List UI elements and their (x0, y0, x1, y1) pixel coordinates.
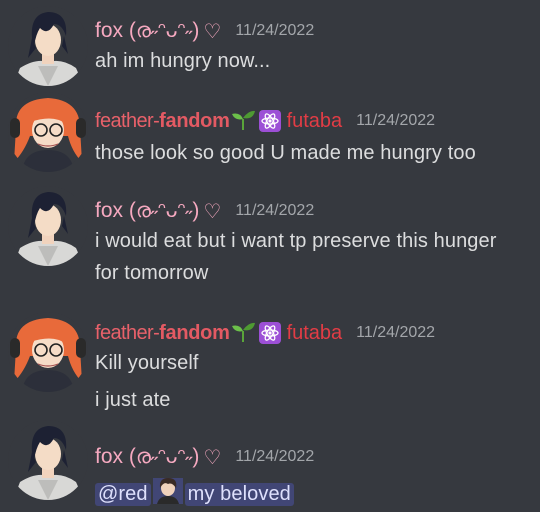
yusuke-avatar-icon (8, 420, 88, 500)
seedling-icon (231, 320, 255, 347)
message-header: fox (ര˶ᵔᴗᵔ˶) ♡ 11/24/2022 (95, 442, 314, 472)
atom-icon (258, 322, 281, 344)
avatar[interactable] (8, 186, 88, 266)
message-header: fox (ര˶ᵔᴗᵔ˶) ♡ 11/24/2022 (95, 16, 314, 46)
message-text: ah im hungry now... (95, 50, 271, 72)
futaba-avatar-icon (8, 92, 88, 172)
message-header: feather-fandom futaba 11/24/2022 (95, 318, 435, 348)
timestamp: 11/24/2022 (235, 22, 315, 39)
heart-outline-icon: ♡ (203, 200, 222, 223)
message-2: feather-fandom futaba 11/24/2022 those l… (0, 92, 540, 182)
message-text: i would eat but i want tp preserve this … (95, 230, 497, 252)
author-name[interactable]: fox (ര˶ᵔᴗᵔ˶) (95, 445, 199, 469)
message-3: fox (ര˶ᵔᴗᵔ˶) ♡ 11/24/2022 i would eat bu… (0, 182, 540, 302)
role-tag: futaba (286, 321, 343, 344)
message-4: feather-fandom futaba 11/24/2022 Kill yo… (0, 312, 540, 422)
mention-text: my beloved (184, 482, 294, 506)
character-icon (152, 478, 183, 510)
heart-outline-icon: ♡ (203, 446, 222, 469)
message-text: i just ate (95, 389, 171, 411)
author-name[interactable]: feather-fandom (95, 322, 230, 345)
atom-icon (258, 110, 281, 132)
message-5: fox (ര˶ᵔᴗᵔ˶) ♡ 11/24/2022 @red my belove… (0, 418, 540, 512)
yusuke-avatar-icon (8, 6, 88, 86)
author-name-part: feather- (95, 321, 160, 344)
author-name[interactable]: fox (ര˶ᵔᴗᵔ˶) (95, 199, 199, 223)
timestamp: 11/24/2022 (235, 448, 315, 465)
message-text: those look so good U made me hungry too (95, 142, 476, 164)
avatar[interactable] (8, 92, 88, 172)
yusuke-avatar-icon (8, 186, 88, 266)
timestamp: 11/24/2022 (356, 324, 436, 341)
message-text: @red my beloved (95, 478, 294, 510)
author-name[interactable]: fox (ര˶ᵔᴗᵔ˶) (95, 19, 199, 43)
author-name-part: feather- (95, 109, 160, 132)
user-mention[interactable]: @red (95, 482, 151, 506)
author-name-part: fandom (159, 321, 230, 344)
role-tag: futaba (286, 109, 343, 132)
avatar[interactable] (8, 312, 88, 392)
timestamp: 11/24/2022 (356, 112, 436, 129)
author-name[interactable]: feather-fandom (95, 110, 230, 133)
author-name-part: fandom (159, 109, 230, 132)
message-text: Kill yourself (95, 352, 199, 374)
seedling-icon (231, 108, 255, 135)
message-text: for tomorrow (95, 262, 209, 284)
futaba-avatar-icon (8, 312, 88, 392)
avatar[interactable] (8, 420, 88, 500)
message-1: fox (ര˶ᵔᴗᵔ˶) ♡ 11/24/2022 ah im hungry n… (0, 0, 540, 92)
message-header: feather-fandom futaba 11/24/2022 (95, 106, 435, 136)
mention-block: @red my beloved (95, 478, 294, 510)
timestamp: 11/24/2022 (235, 202, 315, 219)
avatar[interactable] (8, 6, 88, 86)
message-header: fox (ര˶ᵔᴗᵔ˶) ♡ 11/24/2022 (95, 196, 314, 226)
heart-outline-icon: ♡ (203, 20, 222, 43)
